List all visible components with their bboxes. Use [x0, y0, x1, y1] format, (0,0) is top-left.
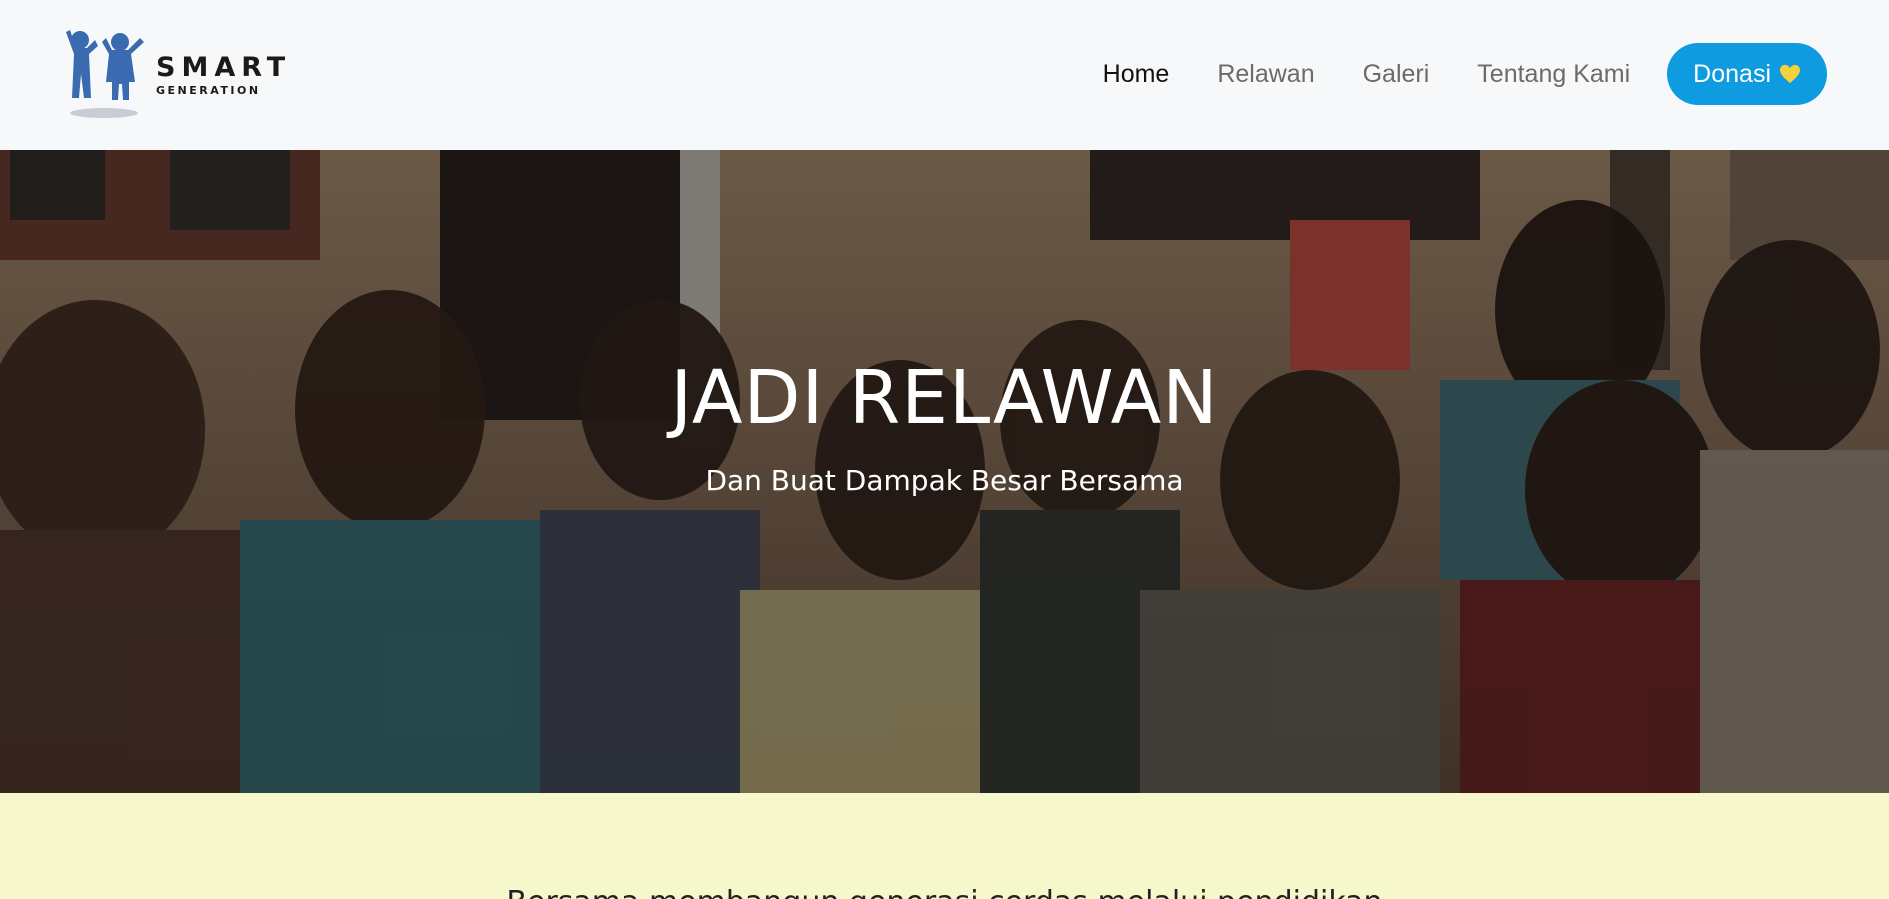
nav-item-home[interactable]: Home	[1103, 60, 1170, 89]
nav-item-relawan[interactable]: Relawan	[1217, 60, 1314, 89]
hero-title: JADI RELAWAN	[670, 355, 1219, 441]
intro-text: Bersama membangun generasi cerdas melalu…	[0, 885, 1889, 899]
donate-button[interactable]: Donasi	[1667, 43, 1827, 105]
heart-icon	[1780, 64, 1800, 84]
two-children-icon	[66, 30, 144, 118]
brand-logo[interactable]: SMART GENERATION	[54, 28, 285, 120]
donate-label: Donasi	[1693, 59, 1771, 88]
brand-name: SMART	[156, 52, 292, 83]
nav-item-galeri[interactable]: Galeri	[1363, 60, 1430, 89]
brand-text: SMART GENERATION	[156, 54, 291, 96]
nav-item-tentang-kami[interactable]: Tentang Kami	[1477, 60, 1630, 89]
main-nav: Home Relawan Galeri Tentang Kami Donasi	[1055, 43, 1827, 105]
navbar: SMART GENERATION Home Relawan Galeri Ten…	[0, 0, 1889, 150]
hero-subtitle: Dan Buat Dampak Besar Bersama	[705, 464, 1184, 497]
intro-section: Bersama membangun generasi cerdas melalu…	[0, 793, 1889, 899]
hero-banner: JADI RELAWAN Dan Buat Dampak Besar Bersa…	[0, 150, 1889, 793]
brand-tagline: GENERATION	[156, 84, 261, 97]
